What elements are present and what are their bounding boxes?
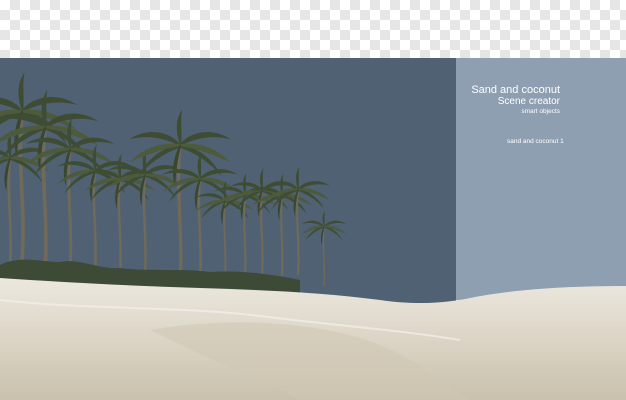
- scene-illustration: [0, 70, 626, 400]
- palm-tree: [24, 116, 116, 270]
- palm-tree: [265, 165, 331, 277]
- palm-grove: [0, 70, 347, 287]
- palm-tree: [301, 210, 347, 287]
- scene: Sand and coconut Scene creator smart obj…: [0, 0, 626, 400]
